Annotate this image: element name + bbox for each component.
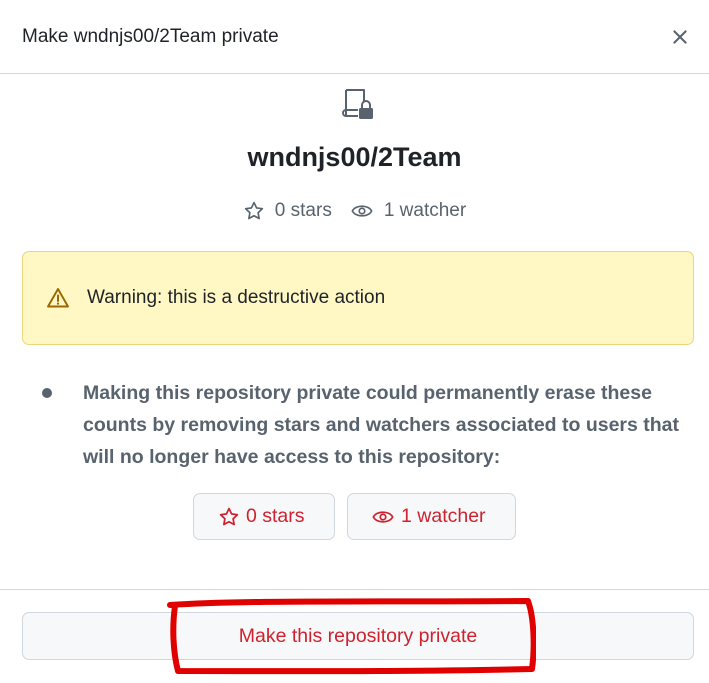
dialog-title: Make wndnjs00/2Team private <box>22 25 279 47</box>
stars-button[interactable]: 0 stars <box>193 493 335 540</box>
footer-divider <box>0 589 709 590</box>
star-icon <box>244 201 263 220</box>
eye-icon <box>372 510 394 523</box>
dialog-header: Make wndnjs00/2Team private <box>0 0 709 74</box>
stars-count-label: 0 stars <box>274 200 332 221</box>
close-icon <box>673 30 687 44</box>
count-buttons: 0 stars 1 watcher <box>0 493 709 540</box>
make-private-confirm-button[interactable]: Make this repository private <box>22 612 694 660</box>
repo-locked-icon <box>342 89 373 119</box>
repo-counts: 0 stars 1 watcher <box>0 200 709 222</box>
watchers-count: 1 watcher <box>350 200 466 222</box>
warning-banner: Warning: this is a destructive action <box>22 251 694 345</box>
watchers-count-label: 1 watcher <box>383 200 467 221</box>
list-bullet <box>42 388 52 398</box>
make-private-dialog: Make wndnjs00/2Team private wndnjs00/2Te… <box>0 0 709 683</box>
description-text: Making this repository private could per… <box>83 382 680 468</box>
close-button[interactable] <box>667 24 693 50</box>
alert-icon <box>47 288 69 308</box>
stars-count: 0 stars <box>243 200 332 222</box>
watchers-button[interactable]: 1 watcher <box>347 493 516 540</box>
warning-text: Warning: this is a destructive action <box>87 287 386 308</box>
star-icon <box>219 507 239 525</box>
repo-name: wndnjs00/2Team <box>247 142 462 172</box>
watchers-button-label: 1 watcher <box>401 505 486 527</box>
stars-button-label: 0 stars <box>246 505 305 527</box>
confirm-button-label: Make this repository private <box>238 624 478 647</box>
eye-icon <box>351 205 373 217</box>
